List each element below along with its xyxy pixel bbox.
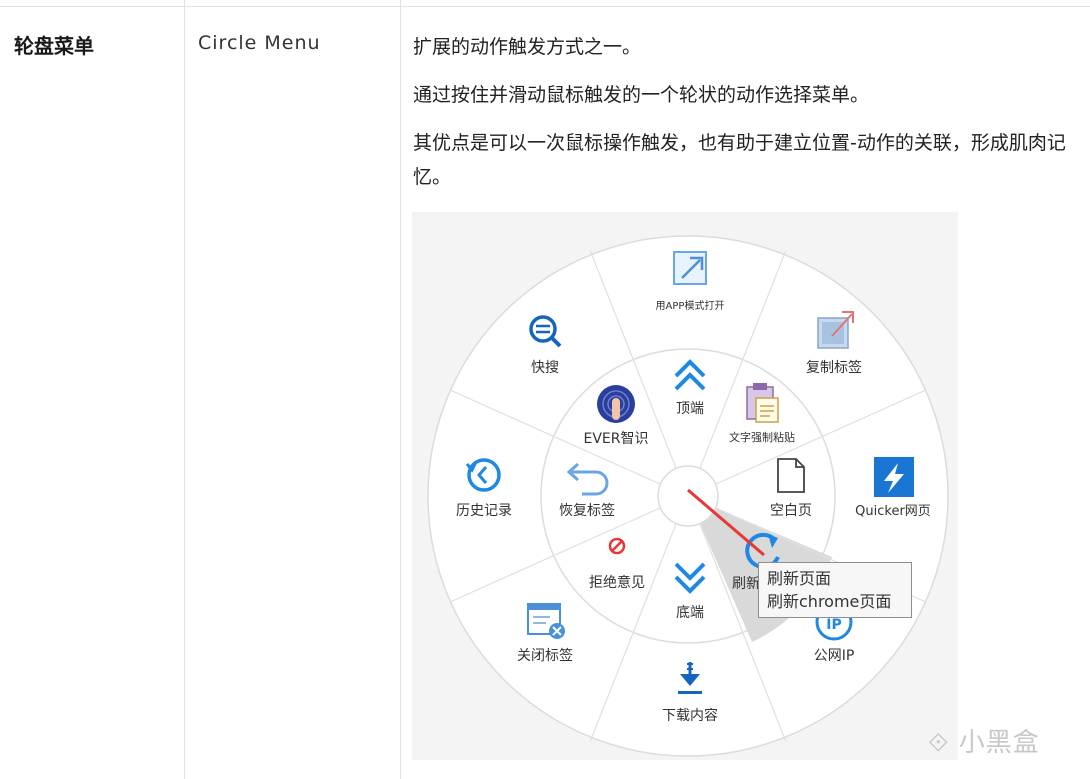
open-app-label: 用APP模式打开	[656, 299, 725, 312]
download-label: 下载内容	[662, 707, 718, 724]
table-top-border	[0, 6, 1090, 7]
description-paragraph-1: 扩展的动作触发方式之一。	[413, 36, 642, 58]
bottom-label: 底端	[676, 605, 704, 621]
history-label: 历史记录	[456, 503, 512, 519]
public-ip-label: 公网IP	[814, 648, 855, 664]
refresh-label: 刷新	[732, 576, 760, 592]
copy-tab-label: 复制标签	[806, 359, 862, 376]
blank-page-label: 空白页	[770, 503, 812, 519]
term-cell: 轮盘菜单	[14, 34, 94, 58]
open-app-icon	[673, 251, 707, 285]
ever-fingerprint-icon	[597, 385, 635, 423]
watermark: ⟐ 小黑盒	[928, 722, 1040, 759]
description-paragraph-3: 其优点是可以一次鼠标操作触发，也有助于建立位置-动作的关联，形成肌肉记忆。	[413, 132, 1066, 188]
column-divider-2	[400, 0, 401, 779]
clipboard-paste-icon	[746, 383, 779, 423]
reject-label: 拒绝意见	[589, 574, 645, 591]
ever-label: EVER智识	[584, 431, 649, 447]
column-divider-1	[184, 0, 185, 779]
svg-text:IP: IP	[826, 617, 841, 633]
tooltip-title: 刷新页面	[767, 569, 832, 588]
quicker-web-label: Quicker网页	[855, 504, 931, 519]
english-term-cell: Circle Menu	[198, 32, 321, 54]
top-label: 顶端	[676, 401, 704, 417]
watermark-text: 小黑盒	[958, 728, 1040, 758]
copy-tab-icon	[817, 311, 854, 349]
close-tab-label: 关闭标签	[517, 647, 573, 664]
center-hub	[657, 465, 719, 527]
quick-search-label: 快搜	[531, 360, 559, 376]
close-tab-icon	[527, 603, 565, 639]
circle-menu-screenshot: 用APP模式打开 复制标签 Quicker网页 IP 公网IP 下载内容 关闭标…	[412, 212, 958, 760]
circle-menu: 用APP模式打开 复制标签 Quicker网页 IP 公网IP 下载内容 关闭标…	[427, 235, 949, 757]
description-paragraph-2: 通过按住并滑动鼠标触发的一个轮状的动作选择菜单。	[413, 84, 870, 106]
restore-tab-label: 恢复标签	[559, 502, 615, 519]
quicker-lightning-icon	[874, 457, 914, 497]
force-paste-label: 文字强制粘贴	[729, 430, 795, 444]
refresh-tooltip: 刷新页面 刷新chrome页面	[758, 562, 912, 618]
tooltip-description: 刷新chrome页面	[767, 592, 892, 611]
blank-page-icon	[777, 458, 805, 493]
watermark-logo-icon: ⟐	[928, 728, 959, 758]
